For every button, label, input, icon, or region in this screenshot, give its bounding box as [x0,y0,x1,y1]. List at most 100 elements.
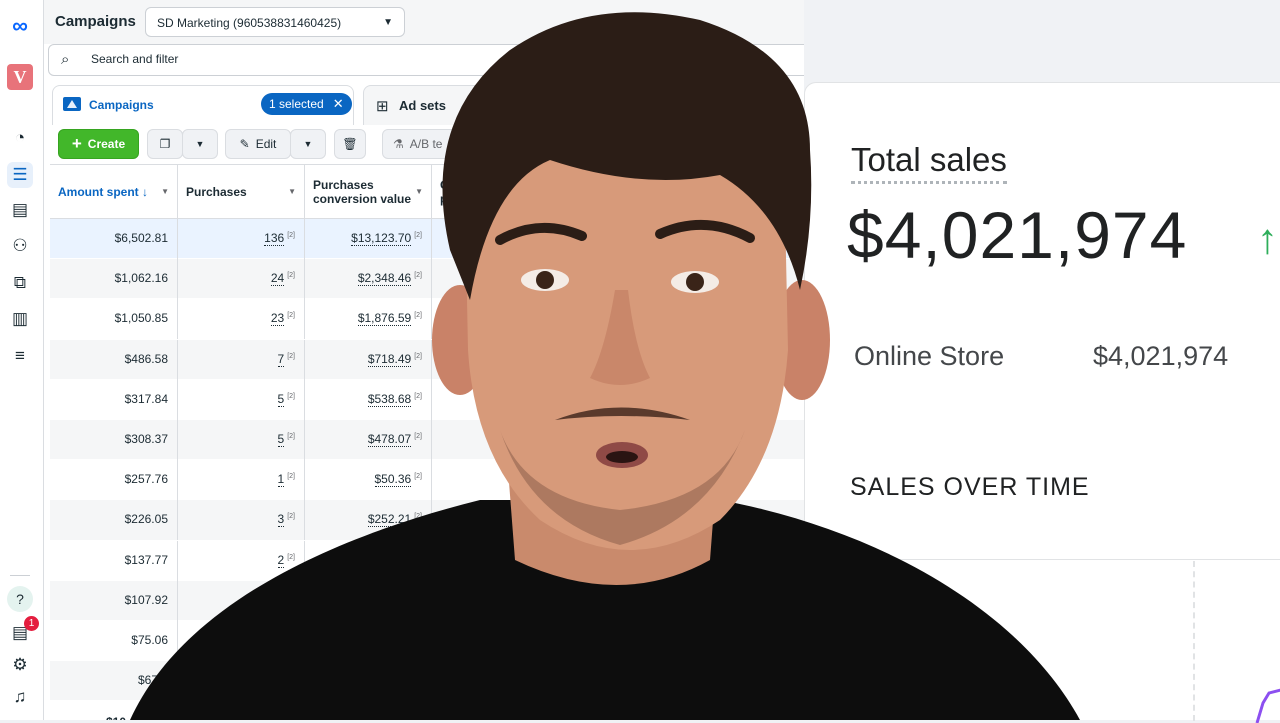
table-row[interactable]: $257.76 1 [2] $50.36 [2] $2 [50,460,804,501]
reference-mark: [2] [287,312,295,320]
table-cell-purchases [178,580,305,621]
column-menu-icon[interactable]: ▼ [161,185,169,199]
search-input[interactable] [91,52,391,66]
delete-button[interactable]: 🗑︎ [334,129,366,159]
cell-value: $13,123.70 [351,231,412,246]
table-row[interactable]: $1,062.16 24 [2] $2,348.46 [2] [50,259,804,300]
table-cell-purchases: 2 [2] [178,540,305,581]
column-header-purchases[interactable]: Purchases ▼ [178,165,305,219]
ab-test-label: A/B te [409,137,443,151]
bell-icon[interactable]: ♫ [7,684,33,710]
page-title: Campaigns [55,13,136,30]
table-cell-purchases: 7 [2] [178,339,305,380]
reports-icon[interactable]: ▤ [7,197,33,223]
reference-mark: [2] [287,352,295,360]
audiences-icon[interactable]: ⚇ [7,233,33,259]
edit-dropdown-button[interactable]: ▼ [290,129,326,159]
column-label: Purchases conversion value [313,178,412,206]
cell-value: 1 [277,472,285,488]
total-sales-label[interactable]: Total sales [851,141,1007,184]
table-row[interactable]: $67.0 [50,661,804,702]
notification-badge: 1 [24,616,39,631]
account-avatar[interactable]: V [7,64,33,90]
duplicate-icon: ❐ [159,137,171,151]
column-menu-icon[interactable]: ▼ [288,185,296,199]
cell-value: $226.05 [124,512,168,527]
column-header-cost-per-purchase[interactable]: Cos pur [432,165,562,219]
table-cell-cost [432,339,562,380]
table-cell-cost [432,540,562,581]
table-cell-purchases: 23 [2] [178,299,305,340]
column-label: Cos pur [440,178,463,206]
table-cell-value: $50.36 [2] [305,460,432,501]
duplicate-button[interactable]: ❐ [147,129,183,159]
notifications-button[interactable]: ▤ 1 [7,616,39,646]
table-cell-value [305,661,432,702]
ab-test-button[interactable]: ⚗ A/B te [382,129,482,159]
table-cell-purchases: 136 [2] [178,219,305,259]
table-cell-cost [432,299,562,340]
table-cell-purchases [178,661,305,702]
cell-value: $2,348.46 [357,271,412,287]
column-menu-icon[interactable]: ▼ [415,185,423,199]
reference-mark: [2] [414,432,422,440]
create-button[interactable]: + Create [58,129,139,159]
tab-campaigns[interactable]: Campaigns 1 selected ✕ [52,85,354,125]
cell-value: $718.49 [367,351,412,367]
help-button[interactable]: ? [7,586,33,612]
trash-icon: 🗑︎ [342,137,358,151]
tab-ad-sets[interactable]: ⊞ Ad sets [363,85,503,125]
settings-gear-icon[interactable]: ⚙ [7,652,33,678]
column-header-amount-spent[interactable]: Amount spent ↓ ▼ [50,165,178,219]
table-row[interactable]: $137.77 2 [2] [50,540,804,581]
reference-mark: [2] [287,473,295,481]
ads-manager-panel: Campaigns SD Marketing (960538831460425)… [44,0,804,720]
catalog-icon[interactable]: ⧉ [7,270,33,296]
reference-mark: [2] [287,392,295,400]
billing-icon[interactable]: ▥ [7,306,33,332]
duplicate-dropdown-button[interactable]: ▼ [182,129,218,159]
meta-logo-icon[interactable]: ∞ [7,13,33,39]
cell-value: $1,062.16 [114,271,168,286]
sales-chart-line [1255,688,1280,723]
campaigns-table-icon[interactable]: ☰ [7,162,33,188]
help-icon: ? [7,586,33,612]
sales-analytics-card: Total sales $4,021,974 ↑ Online Store $4… [804,82,1280,723]
edit-button[interactable]: ✎ Edit [225,129,291,159]
table-row[interactable]: $308.37 5 [2] $478.07 [2] [50,419,804,461]
table-row[interactable]: $1,050.85 23 [2] $1,876.59 [2] [50,299,804,340]
reference-mark: [2] [287,432,295,440]
plus-icon: + [71,134,82,153]
table-row[interactable]: $75.06 [50,620,804,662]
column-label: Purchases [186,185,247,199]
table-row[interactable]: $6,502.81 136 [2] $13,123.70 [2] [50,219,804,260]
all-tools-menu-icon[interactable]: ≡ [7,343,33,369]
table-row[interactable]: $226.05 3 [2] $252.21 [2] [50,500,804,541]
table-body: $6,502.81 136 [2] $13,123.70 [2] $1,062.16 24[… [50,219,804,702]
table-row[interactable]: $486.58 7 [2] $718.49 [2] [50,339,804,380]
table-row[interactable]: $317.84 5 [2] $538.68 [2] [50,379,804,420]
caret-down-icon: ▼ [383,17,393,28]
cell-value: $107.92 [124,592,168,607]
selected-pill[interactable]: 1 selected ✕ [261,93,352,115]
table-cell-spent: $6,502.81 [50,219,178,259]
clear-selection-icon[interactable]: ✕ [333,93,344,115]
column-header-conversion-value[interactable]: Purchases conversion value ▼ [305,165,432,219]
cell-value: $252.21 [367,512,412,528]
reference-mark: [2] [287,272,295,280]
search-bar[interactable]: ⌕ [48,44,804,76]
table-cell-spent: $486.58 [50,339,178,380]
campaigns-table: Amount spent ↓ ▼ Purchases ▼ Purchases c… [50,164,804,720]
reference-mark: [2] [414,232,422,239]
edit-label: Edit [255,137,277,151]
sales-series-line [1255,688,1280,723]
dashboard-gauge-icon[interactable]: ◔ [7,125,33,151]
table-row[interactable]: $107.92 [50,580,804,621]
table-cell-cost [432,379,562,420]
reference-mark: [2] [414,392,422,400]
table-cell-cost [432,661,562,702]
channel-label: Online Store [854,341,1005,371]
account-selector[interactable]: SD Marketing (960538831460425) ▼ [145,7,405,37]
cell-value: 5 [277,391,285,407]
table-cell-spent: $317.84 [50,379,178,420]
